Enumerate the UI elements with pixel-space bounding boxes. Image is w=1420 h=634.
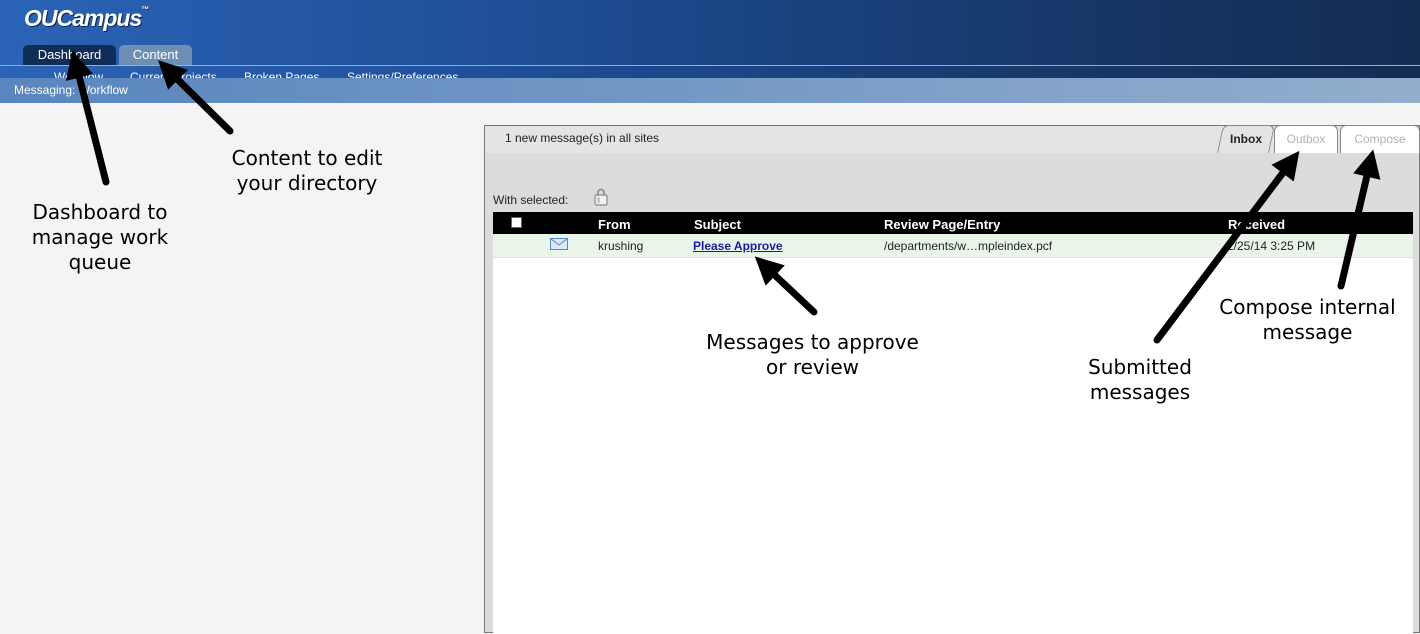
message-received: 2/25/14 3:25 PM: [1227, 239, 1316, 253]
tab-outbox[interactable]: Outbox: [1274, 125, 1338, 153]
logo-text: OUCampus: [24, 5, 142, 31]
column-subject[interactable]: Subject: [694, 217, 741, 232]
table-row[interactable]: krushing Please Approve /departments/w…m…: [493, 234, 1413, 258]
tab-inbox[interactable]: Inbox: [1217, 125, 1275, 153]
annotation-messages: Messages to approve or review: [706, 330, 919, 379]
tab-compose[interactable]: Compose: [1340, 125, 1420, 153]
column-review-page[interactable]: Review Page/Entry: [884, 217, 1000, 232]
lock-icon[interactable]: [593, 188, 609, 206]
logo-trademark: ™: [141, 5, 149, 14]
header-divider: [0, 65, 1420, 66]
message-review-page: /departments/w…mpleindex.pcf: [884, 239, 1053, 253]
tab-inbox-label: Inbox: [1230, 132, 1262, 146]
select-all-checkbox[interactable]: [511, 217, 522, 228]
annotation-content: Content to edit your directory: [231, 146, 383, 195]
breadcrumb-bar: Messaging: Workflow: [0, 78, 1420, 103]
annotation-submitted: Submitted messages: [1088, 355, 1192, 404]
app-header: OUCampus™ Dashboard Content Workflow Cur…: [0, 0, 1420, 82]
annotation-compose: Compose internal message: [1219, 295, 1396, 344]
messages-panel: 1 new message(s) in all sites Inbox Outb…: [484, 125, 1420, 634]
message-table: From Subject Review Page/Entry Received …: [493, 212, 1413, 634]
with-selected-label: With selected:: [493, 193, 569, 207]
column-from[interactable]: From: [598, 217, 631, 232]
new-message-count: 1 new message(s) in all sites: [505, 131, 660, 145]
breadcrumb: Messaging: Workflow: [14, 83, 128, 97]
tab-dashboard[interactable]: Dashboard: [23, 45, 116, 65]
tab-content[interactable]: Content: [119, 45, 192, 65]
envelope-icon: [550, 238, 568, 250]
message-subject-link[interactable]: Please Approve: [693, 239, 783, 253]
ou-campus-logo[interactable]: OUCampus™: [24, 5, 149, 33]
annotation-dashboard: Dashboard to manage work queue: [31, 200, 169, 274]
message-from: krushing: [598, 239, 644, 253]
column-received[interactable]: Received: [1228, 217, 1285, 232]
table-header: From Subject Review Page/Entry Received: [493, 212, 1413, 234]
